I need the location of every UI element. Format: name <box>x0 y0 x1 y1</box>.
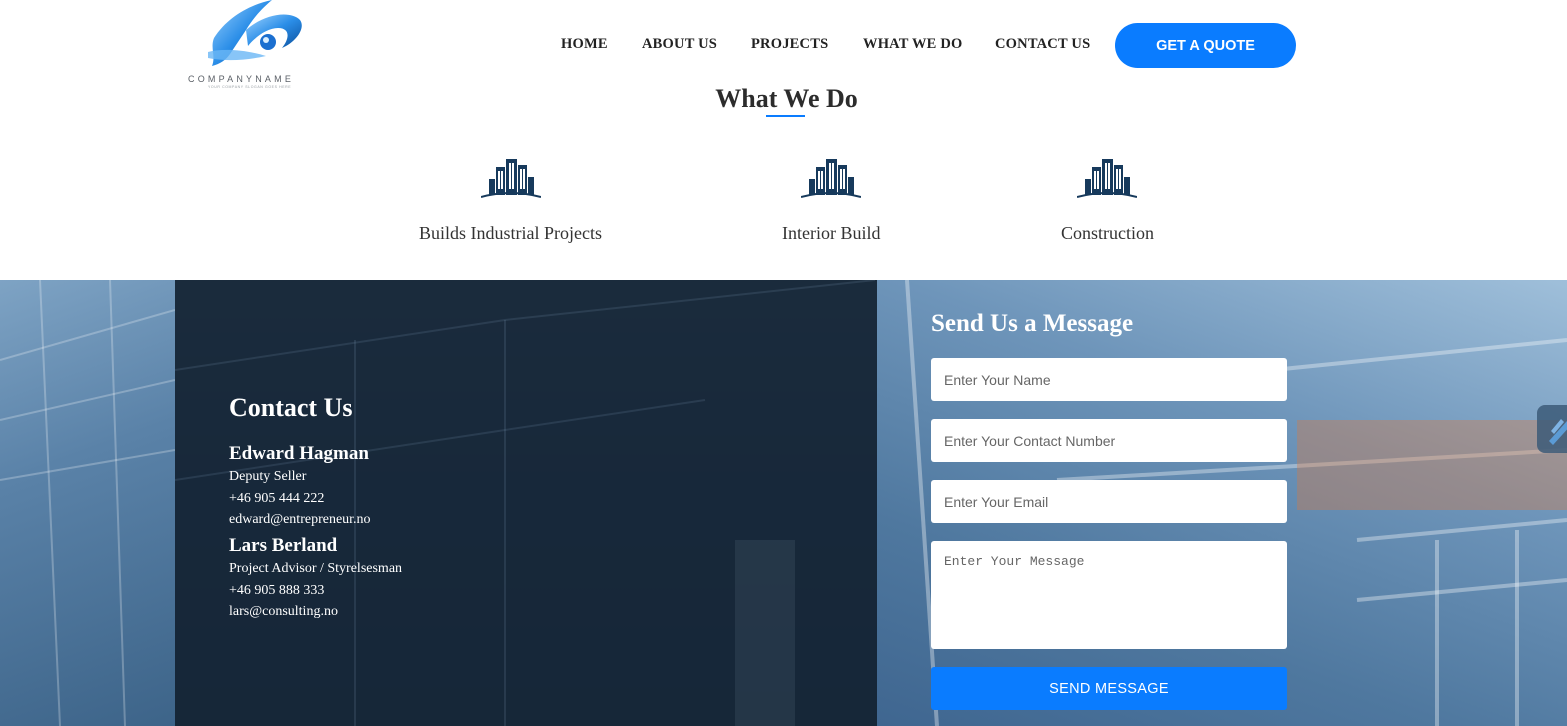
person-email[interactable]: lars@consulting.no <box>229 604 338 620</box>
service-label-construction: Construction <box>1061 223 1154 243</box>
person-name: Lars Berland <box>229 535 338 556</box>
title-underline <box>766 115 805 117</box>
contact-number-input[interactable] <box>931 419 1287 462</box>
pencil-icon <box>1549 419 1567 445</box>
contact-section: Contact Us Edward Hagman Deputy Seller +… <box>0 280 1567 726</box>
building-icon <box>801 159 861 198</box>
company-logo[interactable]: COMPANYNAME YOUR COMPANY SLOGAN GOES HER… <box>186 0 328 92</box>
person-phone[interactable]: +46 905 444 222 <box>229 491 324 507</box>
send-message-title: Send Us a Message <box>931 310 1134 337</box>
side-widget[interactable] <box>1537 405 1567 453</box>
nav-projects[interactable]: PROJECTS <box>751 36 828 53</box>
logo-company-name: COMPANYNAME <box>188 74 295 84</box>
background-photo-left <box>0 280 175 726</box>
nav-about-us[interactable]: ABOUT US <box>642 36 717 53</box>
person-role: Project Advisor / Styrelsesman <box>229 561 403 576</box>
email-input[interactable] <box>931 480 1287 523</box>
logo-mark-icon <box>208 0 302 66</box>
nav-contact-us[interactable]: CONTACT US <box>995 36 1090 53</box>
person-phone[interactable]: +46 905 888 333 <box>229 583 324 599</box>
person-role: Deputy Seller <box>229 469 307 484</box>
contact-us-title: Contact Us <box>229 393 353 422</box>
what-we-do-title: What We Do <box>715 84 858 113</box>
send-message-button[interactable]: SEND MESSAGE <box>931 667 1287 710</box>
message-textarea[interactable] <box>931 541 1287 649</box>
service-label-industrial: Builds Industrial Projects <box>419 223 602 243</box>
get-a-quote-button[interactable]: GET A QUOTE <box>1115 23 1296 68</box>
person-email[interactable]: edward@entrepreneur.no <box>229 512 371 528</box>
nav-home[interactable]: HOME <box>561 36 608 53</box>
building-icon <box>1077 159 1137 198</box>
service-label-interior: Interior Build <box>782 223 881 243</box>
nav-what-we-do[interactable]: WHAT WE DO <box>863 36 963 53</box>
name-input[interactable] <box>931 358 1287 401</box>
building-icon <box>481 159 541 198</box>
person-name: Edward Hagman <box>229 443 369 464</box>
